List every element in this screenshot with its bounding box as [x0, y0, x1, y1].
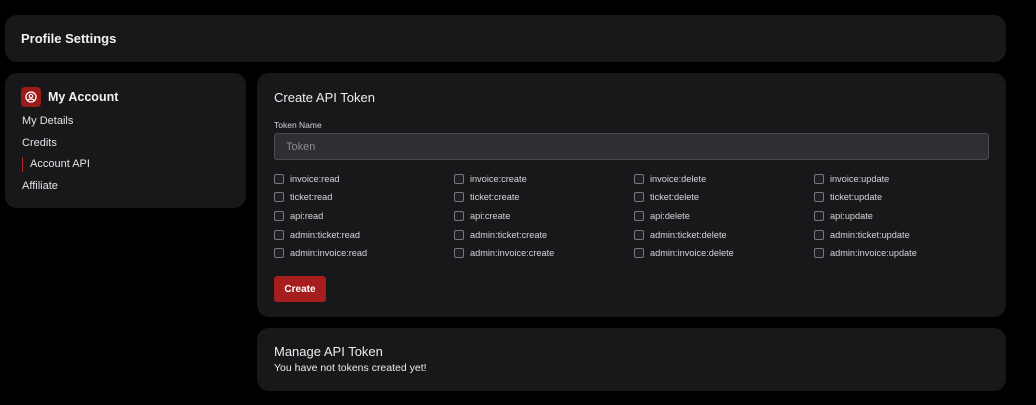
- permission-label: api:read: [290, 210, 324, 221]
- permission-checkbox[interactable]: [454, 173, 464, 184]
- permission-option[interactable]: api:delete: [634, 209, 814, 222]
- permission-checkbox[interactable]: [454, 229, 464, 240]
- permission-option[interactable]: invoice:update: [814, 172, 994, 185]
- permission-label: admin:invoice:read: [290, 248, 368, 259]
- permission-option[interactable]: admin:ticket:update: [814, 228, 994, 241]
- permission-checkbox[interactable]: [274, 173, 284, 184]
- permission-option[interactable]: admin:invoice:create: [454, 247, 634, 260]
- manage-token-card: Manage API Token You have not tokens cre…: [257, 328, 1006, 391]
- permission-option[interactable]: admin:ticket:read: [274, 228, 454, 241]
- permission-label: admin:ticket:create: [470, 229, 548, 240]
- sidebar-item-affiliate[interactable]: Affiliate: [22, 179, 90, 201]
- manage-token-title: Manage API Token: [274, 344, 383, 359]
- permission-option[interactable]: invoice:delete: [634, 172, 814, 185]
- permission-checkbox[interactable]: [274, 210, 284, 221]
- permission-option[interactable]: ticket:update: [814, 191, 994, 204]
- account-title: My Account: [48, 90, 119, 104]
- permission-label: invoice:delete: [650, 173, 707, 184]
- permission-option[interactable]: ticket:read: [274, 191, 454, 204]
- permission-label: admin:ticket:update: [830, 229, 910, 240]
- permission-checkbox[interactable]: [634, 229, 644, 240]
- permission-option[interactable]: admin:ticket:delete: [634, 228, 814, 241]
- permission-label: api:delete: [650, 210, 690, 221]
- permission-checkbox[interactable]: [814, 173, 824, 184]
- permission-option[interactable]: admin:invoice:read: [274, 247, 454, 260]
- permission-label: invoice:read: [290, 173, 340, 184]
- permission-checkbox[interactable]: [814, 229, 824, 240]
- permission-option[interactable]: admin:invoice:delete: [634, 247, 814, 260]
- permission-option[interactable]: api:create: [454, 209, 634, 222]
- sidebar: My Account My Details Credits Account AP…: [5, 73, 246, 208]
- permission-option[interactable]: invoice:create: [454, 172, 634, 185]
- permission-label: ticket:create: [470, 192, 520, 203]
- create-button[interactable]: Create: [274, 276, 326, 302]
- header-card: Profile Settings: [5, 15, 1006, 62]
- permission-label: ticket:read: [290, 192, 333, 203]
- sidebar-item-credits[interactable]: Credits: [22, 136, 90, 158]
- permission-checkbox[interactable]: [814, 248, 824, 259]
- permission-checkbox[interactable]: [454, 192, 464, 203]
- token-name-label: Token Name: [274, 120, 322, 130]
- permission-checkbox[interactable]: [454, 210, 464, 221]
- permission-label: admin:invoice:update: [830, 248, 917, 259]
- create-token-title: Create API Token: [274, 90, 375, 105]
- account-header: My Account: [21, 87, 118, 107]
- permission-label: invoice:create: [470, 173, 527, 184]
- sidebar-item-account-api[interactable]: Account API: [22, 157, 90, 179]
- permission-label: api:update: [830, 210, 873, 221]
- permission-label: admin:invoice:delete: [650, 248, 734, 259]
- sidebar-item-my-details[interactable]: My Details: [22, 114, 90, 136]
- permission-checkbox[interactable]: [454, 248, 464, 259]
- permission-option[interactable]: api:update: [814, 209, 994, 222]
- permission-checkbox[interactable]: [274, 192, 284, 203]
- permission-checkbox[interactable]: [634, 210, 644, 221]
- permission-checkbox[interactable]: [814, 192, 824, 203]
- permission-label: ticket:update: [830, 192, 883, 203]
- permissions-grid: invoice:read invoice:create invoice:delete…: [274, 172, 994, 265]
- sidebar-nav: My Details Credits Account API Affiliate: [22, 114, 90, 200]
- permission-label: api:create: [470, 210, 511, 221]
- user-circle-icon: [21, 87, 41, 107]
- page-title: Profile Settings: [21, 31, 117, 46]
- permission-option[interactable]: ticket:create: [454, 191, 634, 204]
- permission-option[interactable]: invoice:read: [274, 172, 454, 185]
- permission-label: admin:ticket:read: [290, 229, 360, 240]
- permission-checkbox[interactable]: [634, 248, 644, 259]
- empty-state-message: You have not tokens created yet!: [274, 362, 427, 374]
- permission-label: admin:invoice:create: [470, 248, 555, 259]
- permission-checkbox[interactable]: [814, 210, 824, 221]
- permission-option[interactable]: api:read: [274, 209, 454, 222]
- permission-label: ticket:delete: [650, 192, 700, 203]
- permission-checkbox[interactable]: [274, 229, 284, 240]
- token-name-input[interactable]: [274, 133, 989, 160]
- permission-checkbox[interactable]: [274, 248, 284, 259]
- permission-checkbox[interactable]: [634, 192, 644, 203]
- permission-option[interactable]: ticket:delete: [634, 191, 814, 204]
- create-token-card: Create API Token Token Name invoice:read…: [257, 73, 1006, 317]
- permission-option[interactable]: admin:invoice:update: [814, 247, 994, 260]
- permission-label: admin:ticket:delete: [650, 229, 727, 240]
- permission-label: invoice:update: [830, 173, 890, 184]
- permission-checkbox[interactable]: [634, 173, 644, 184]
- permission-option[interactable]: admin:ticket:create: [454, 228, 634, 241]
